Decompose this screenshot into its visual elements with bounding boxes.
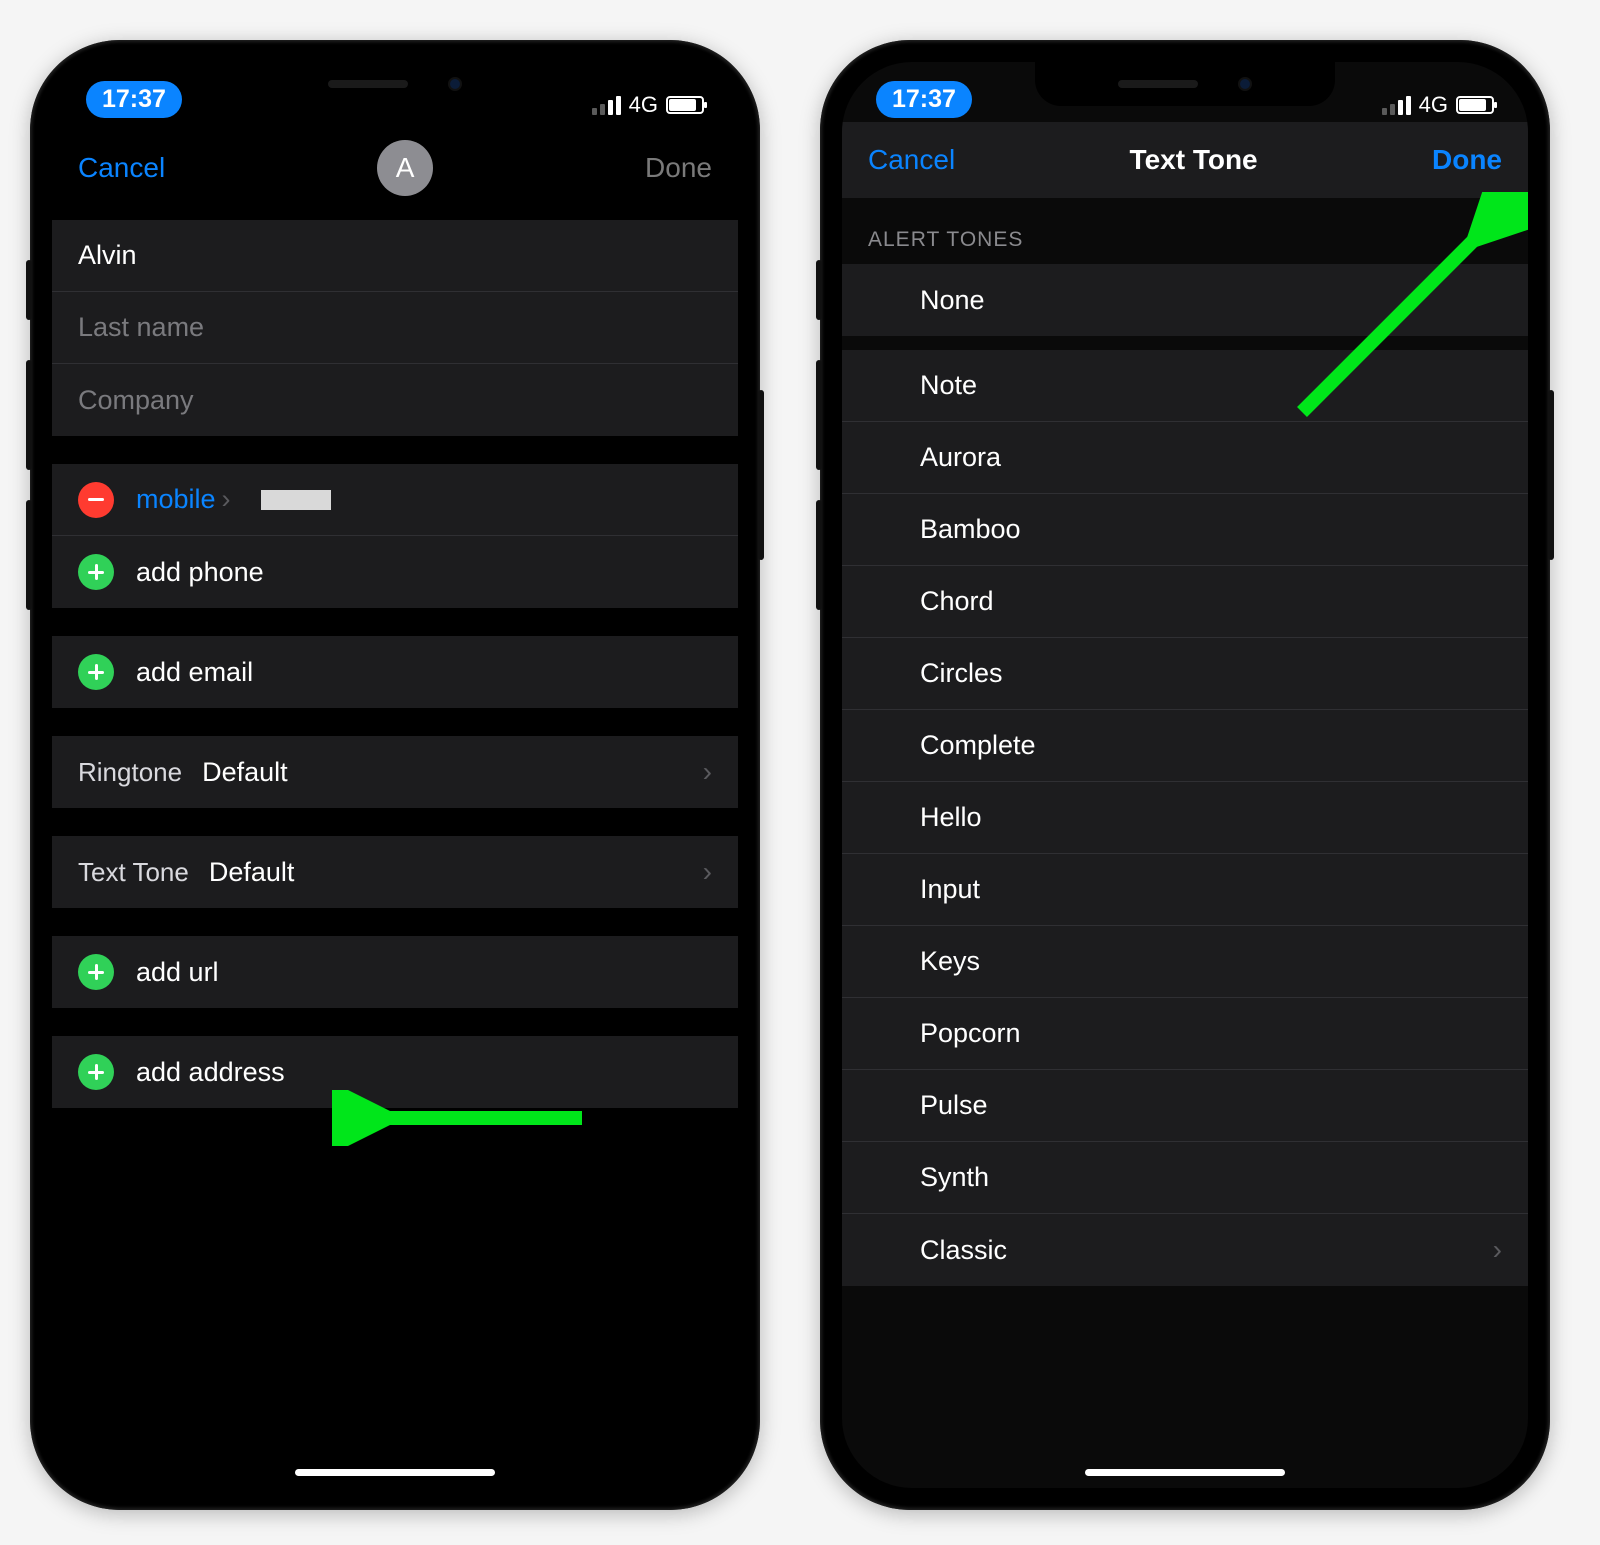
phone-number-redacted [261,490,331,510]
texttone-row[interactable]: Text Tone Default › [52,836,738,908]
add-email-label: add email [136,657,253,688]
silent-switch [816,260,822,320]
signal-icon [592,96,621,115]
device-frame-left: 17:37 4G Cancel A Done Alvin Last name C… [30,40,760,1510]
add-icon[interactable] [78,654,114,690]
volume-down [816,500,822,610]
chevron-right-icon: › [222,484,231,515]
cancel-button[interactable]: Cancel [868,144,955,176]
front-camera [448,77,462,91]
texttone-label: Text Tone [78,857,189,888]
add-url-row[interactable]: add url [52,936,738,1008]
volume-up [26,360,32,470]
edit-contact-navbar: Cancel A Done [52,122,738,214]
status-time-pill: 17:37 [876,81,972,118]
done-button[interactable]: Done [1432,144,1502,176]
home-indicator[interactable] [1085,1469,1285,1476]
status-time-pill: 17:37 [86,81,182,118]
tone-popcorn[interactable]: Popcorn [842,998,1528,1070]
battery-icon [666,96,704,114]
tone-keys[interactable]: Keys [842,926,1528,998]
company-field[interactable]: Company [52,364,738,436]
network-label: 4G [629,92,658,118]
contact-avatar[interactable]: A [377,140,433,196]
remove-phone-icon[interactable] [78,482,114,518]
tone-classic[interactable]: Classic › [842,1214,1528,1286]
add-email-row[interactable]: add email [52,636,738,708]
add-icon[interactable] [78,1054,114,1090]
tone-chord[interactable]: Chord [842,566,1528,638]
volume-up [816,360,822,470]
ringtone-value: Default [202,757,288,788]
device-frame-right: 17:37 4G Cancel Text Tone Done ALERT TON… [820,40,1550,1510]
volume-down [26,500,32,610]
texttone-navbar: Cancel Text Tone Done [842,122,1528,198]
cancel-button[interactable]: Cancel [78,152,165,184]
name-section: Alvin Last name Company [52,220,738,436]
tone-hello[interactable]: Hello [842,782,1528,854]
company-placeholder: Company [78,385,194,416]
home-indicator[interactable] [295,1469,495,1476]
tone-bamboo[interactable]: Bamboo [842,494,1528,566]
silent-switch [26,260,32,320]
chevron-right-icon: › [703,856,712,888]
add-address-label: add address [136,1057,285,1088]
last-name-field[interactable]: Last name [52,292,738,364]
tone-input[interactable]: Input [842,854,1528,926]
phone-type-label[interactable]: mobile [136,484,216,515]
chevron-right-icon: › [703,756,712,788]
tone-synth[interactable]: Synth [842,1142,1528,1214]
texttone-value: Default [209,857,295,888]
notch [1035,62,1335,106]
ringtone-label: Ringtone [78,757,182,788]
page-title: Text Tone [1130,144,1258,176]
tone-complete[interactable]: Complete [842,710,1528,782]
ringtone-section: Ringtone Default › [52,736,738,808]
first-name-value: Alvin [78,240,137,271]
annotation-arrow-right [1272,192,1528,432]
texttone-section: Text Tone Default › [52,836,738,908]
notch [245,62,545,106]
earpiece-speaker [328,80,408,88]
ringtone-row[interactable]: Ringtone Default › [52,736,738,808]
tone-aurora[interactable]: Aurora [842,422,1528,494]
power-button [1548,390,1554,560]
add-icon[interactable] [78,554,114,590]
phone-section: mobile › add phone [52,464,738,608]
email-section: add email [52,636,738,708]
tone-pulse[interactable]: Pulse [842,1070,1528,1142]
front-camera [1238,77,1252,91]
tone-classic-label: Classic [920,1235,1007,1266]
chevron-right-icon: › [1493,1234,1502,1266]
add-url-label: add url [136,957,219,988]
done-button[interactable]: Done [645,152,712,184]
first-name-field[interactable]: Alvin [52,220,738,292]
signal-icon [1382,96,1411,115]
url-section: add url [52,936,738,1008]
battery-icon [1456,96,1494,114]
last-name-placeholder: Last name [78,312,204,343]
add-phone-row[interactable]: add phone [52,536,738,608]
tone-list: Note Aurora Bamboo Chord Circles Complet… [842,350,1528,1286]
network-label: 4G [1419,92,1448,118]
add-icon[interactable] [78,954,114,990]
phone-entry[interactable]: mobile › [52,464,738,536]
add-phone-label: add phone [136,557,264,588]
tone-circles[interactable]: Circles [842,638,1528,710]
annotation-arrow-left [332,1090,592,1146]
power-button [758,390,764,560]
earpiece-speaker [1118,80,1198,88]
